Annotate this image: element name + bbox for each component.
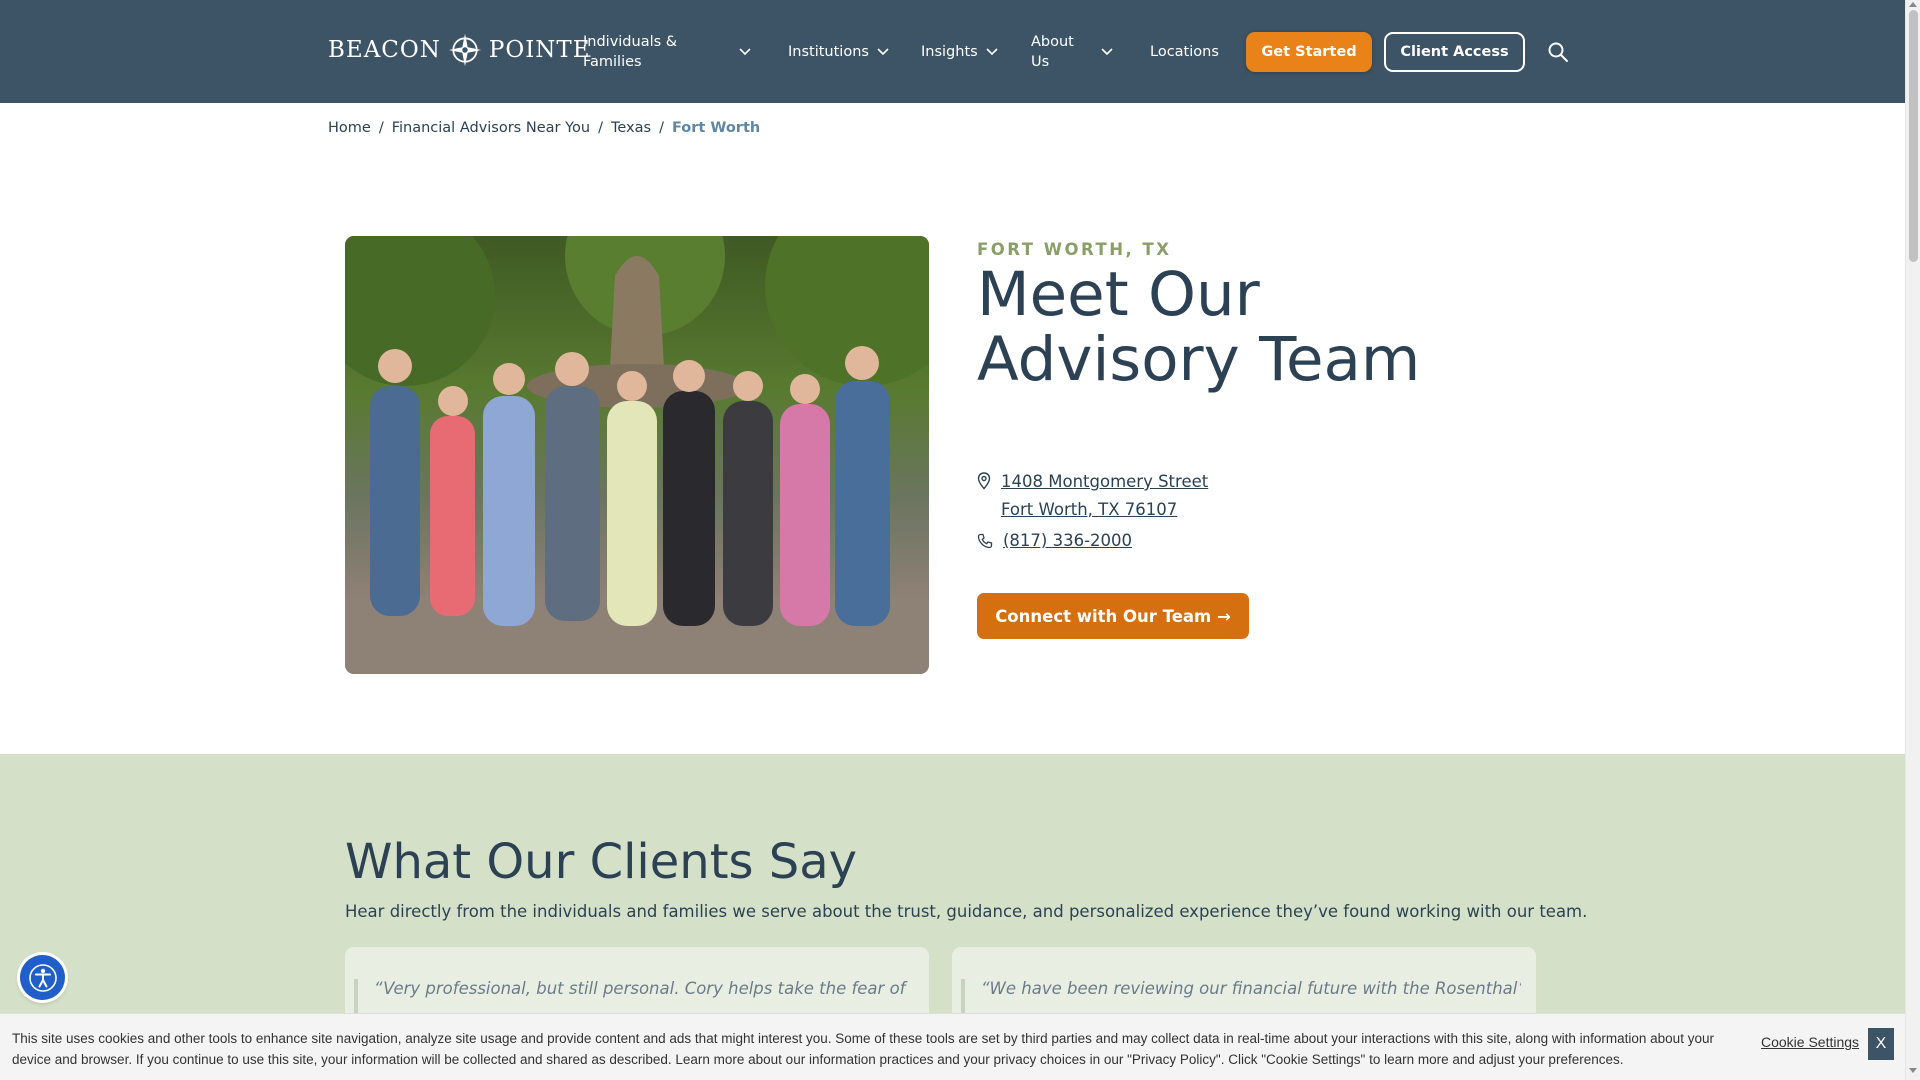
breadcrumb-financial-advisors[interactable]: Financial Advisors Near You: [392, 120, 590, 136]
nav-locations[interactable]: Locations: [1150, 0, 1219, 103]
cookie-settings-link[interactable]: Cookie Settings: [1761, 1034, 1859, 1050]
page-title: Meet Our Advisory Team: [977, 259, 1421, 395]
team-photo: [345, 236, 929, 674]
address-line-1: 1408 Montgomery Street: [1001, 472, 1209, 491]
nav-individuals-families-label: Individuals & Families: [583, 33, 678, 70]
cookie-close-button[interactable]: X: [1868, 1028, 1894, 1060]
testimonial-quote: “Very professional, but still personal. …: [374, 979, 906, 998]
beacon-pointe-logo[interactable]: BEACON POINTE: [328, 28, 591, 72]
connect-with-team-button[interactable]: Connect with Our Team →: [977, 593, 1249, 639]
get-started-button[interactable]: Get Started: [1246, 32, 1372, 72]
chevron-down-icon: [877, 47, 889, 55]
location-pin-icon: [977, 472, 991, 490]
chevron-down-icon: [1101, 47, 1113, 55]
nav-insights-label: Insights: [921, 43, 978, 60]
compass-logo-icon: [448, 33, 482, 67]
breadcrumb-separator: /: [598, 120, 603, 136]
accessibility-button[interactable]: [20, 955, 65, 1000]
scroll-down-arrow-icon[interactable]: [1909, 1068, 1917, 1073]
office-phone: (817) 336-2000: [977, 531, 1132, 550]
page-scrollbar[interactable]: [1905, 0, 1920, 1080]
testimonials-subtitle: Hear directly from the individuals and f…: [345, 902, 1588, 921]
testimonial-quote: “We have been reviewing our financial fu…: [981, 979, 1521, 998]
team-photo-illustration: [345, 236, 929, 674]
nav-institutions[interactable]: Institutions: [788, 0, 889, 103]
location-eyebrow: FORT WORTH, TX: [977, 240, 1172, 259]
nav-insights[interactable]: Insights: [921, 0, 998, 103]
nav-about-us[interactable]: About Us: [1031, 0, 1115, 103]
nav-about-us-label: About Us: [1031, 33, 1074, 70]
cookie-banner: This site uses cookies and other tools t…: [0, 1013, 1905, 1080]
office-address: 1408 Montgomery Street Fort Worth, TX 76…: [977, 468, 1208, 524]
breadcrumb-separator: /: [378, 120, 384, 136]
site-header: BEACON POINTE Individuals & Families Ins…: [0, 0, 1905, 103]
cookie-text: This site uses cookies and other tools t…: [12, 1031, 1714, 1067]
breadcrumb: Home / Financial Advisors Near You / Tex…: [328, 120, 760, 136]
scroll-up-arrow-icon[interactable]: [1909, 2, 1917, 7]
logo-text-right: POINTE: [488, 37, 591, 63]
nav-institutions-label: Institutions: [788, 43, 869, 60]
client-access-button[interactable]: Client Access: [1384, 32, 1525, 72]
address-link[interactable]: 1408 Montgomery Street Fort Worth, TX 76…: [1001, 468, 1208, 524]
chevron-down-icon: [986, 47, 998, 55]
phone-link[interactable]: (817) 336-2000: [1003, 531, 1132, 550]
breadcrumb-current: Fort Worth: [671, 120, 761, 136]
logo-text-left: BEACON: [328, 37, 441, 63]
search-icon[interactable]: [1546, 40, 1570, 64]
chevron-down-icon: [739, 47, 751, 55]
nav-individuals-families[interactable]: Individuals & Families: [583, 0, 753, 103]
breadcrumb-home[interactable]: Home: [328, 120, 371, 136]
scroll-thumb[interactable]: [1909, 10, 1918, 262]
address-line-2: Fort Worth, TX 76107: [1001, 500, 1178, 519]
phone-icon: [977, 533, 993, 548]
nav-locations-label: Locations: [1150, 43, 1219, 60]
accessibility-icon: [28, 963, 57, 992]
breadcrumb-separator: /: [659, 120, 664, 136]
testimonials-title: What Our Clients Say: [345, 834, 858, 890]
breadcrumb-texas[interactable]: Texas: [611, 120, 651, 136]
